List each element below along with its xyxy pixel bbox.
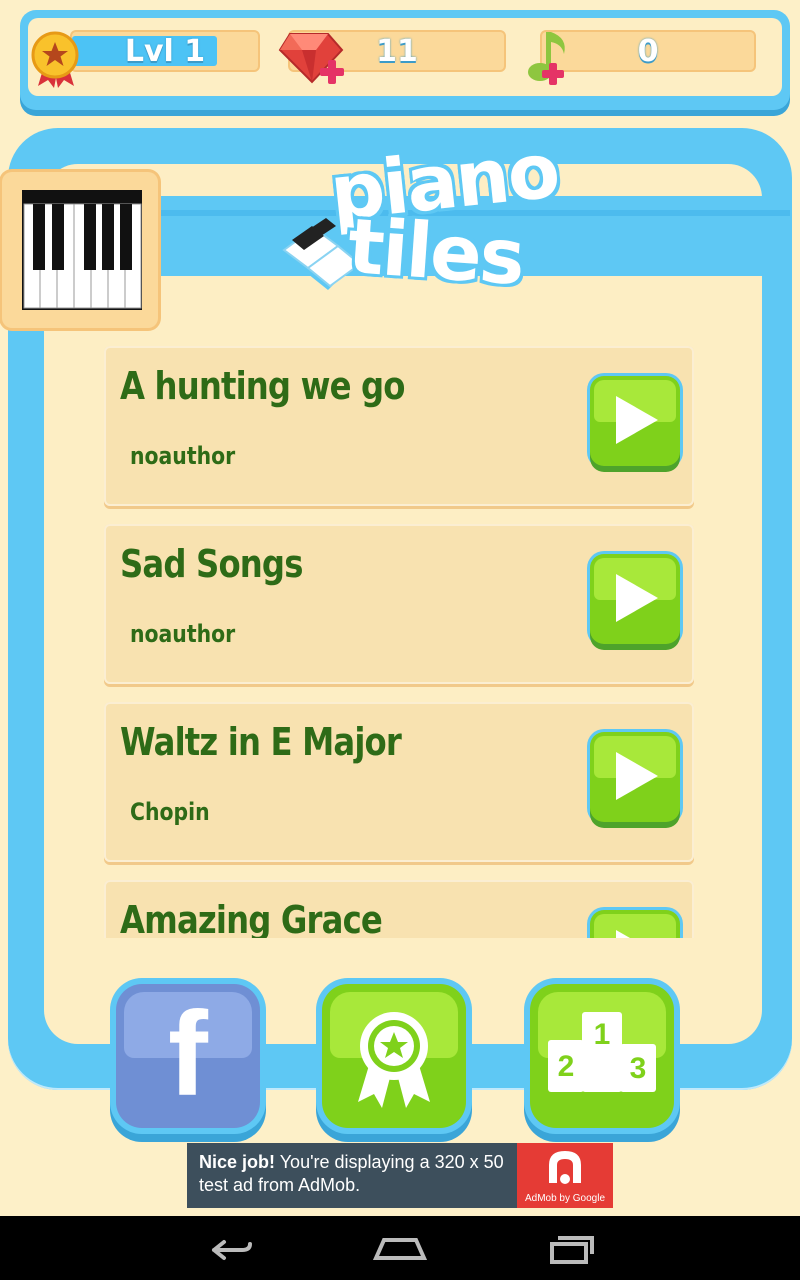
notes-meter: 0: [540, 30, 756, 72]
system-nav-bar: [0, 1216, 800, 1280]
ad-text: Nice job! You're displaying a 320 x 50 t…: [187, 1143, 517, 1208]
ad-banner[interactable]: Nice job! You're displaying a 320 x 50 t…: [187, 1143, 613, 1208]
ad-bold-text: Nice job!: [199, 1152, 276, 1172]
home-icon[interactable]: [370, 1230, 430, 1266]
song-title: Waltz in E Major: [120, 720, 402, 764]
song-author: Chopin: [130, 798, 210, 826]
song-row[interactable]: Amazing Grace: [104, 880, 694, 938]
admob-brand: AdMob by Google: [524, 1193, 606, 1204]
song-row[interactable]: Waltz in E Major Chopin: [104, 702, 694, 862]
song-title: A hunting we go: [120, 364, 406, 408]
level-medal-icon: [31, 31, 79, 88]
svg-text:3: 3: [630, 1052, 647, 1085]
podium-icon: 1 2 3: [548, 1012, 656, 1092]
list-bottom-edge: [100, 938, 700, 988]
facebook-icon: f: [168, 987, 208, 1121]
song-author: noauthor: [130, 442, 236, 470]
admob-icon: [549, 1151, 581, 1184]
add-notes-icon[interactable]: [524, 26, 572, 90]
play-button[interactable]: [590, 732, 680, 822]
song-row[interactable]: Sad Songs noauthor: [104, 524, 694, 684]
level-label: Lvl 1: [124, 33, 206, 69]
svg-text:1: 1: [594, 1018, 611, 1051]
svg-text:2: 2: [558, 1050, 575, 1083]
song-title: Amazing Grace: [120, 898, 383, 938]
play-icon: [616, 930, 658, 938]
recent-apps-icon[interactable]: [540, 1230, 600, 1266]
level-meter: Lvl 1: [70, 30, 260, 72]
play-icon: [616, 396, 658, 444]
play-button[interactable]: [590, 376, 680, 466]
song-title: Sad Songs: [120, 542, 303, 586]
achievement-ribbon-icon: [358, 1012, 430, 1108]
add-gems-icon[interactable]: [276, 28, 348, 90]
song-author: noauthor: [130, 620, 236, 648]
leaderboard-button[interactable]: 1 2 3: [530, 984, 674, 1128]
piano-tiles-logo: piano tiles: [272, 125, 562, 330]
song-list[interactable]: A hunting we go noauthor Sad Songs noaut…: [100, 342, 700, 938]
admob-logo: AdMob by Google: [517, 1143, 613, 1208]
facebook-button[interactable]: f: [116, 984, 260, 1128]
logo-tiles-text: tiles: [345, 200, 527, 303]
piano-keys-badge[interactable]: [2, 172, 158, 328]
play-icon: [616, 752, 658, 800]
back-icon[interactable]: [200, 1230, 260, 1266]
play-button[interactable]: [590, 554, 680, 644]
notes-count: 0: [637, 33, 659, 69]
play-button[interactable]: [590, 910, 680, 938]
achievements-button[interactable]: [322, 984, 466, 1128]
play-icon: [616, 574, 658, 622]
screen: Lvl 1 11 0 piano tiles A hunting we go n…: [0, 0, 800, 1280]
song-row[interactable]: A hunting we go noauthor: [104, 346, 694, 506]
piano-keys-icon: [22, 190, 142, 310]
